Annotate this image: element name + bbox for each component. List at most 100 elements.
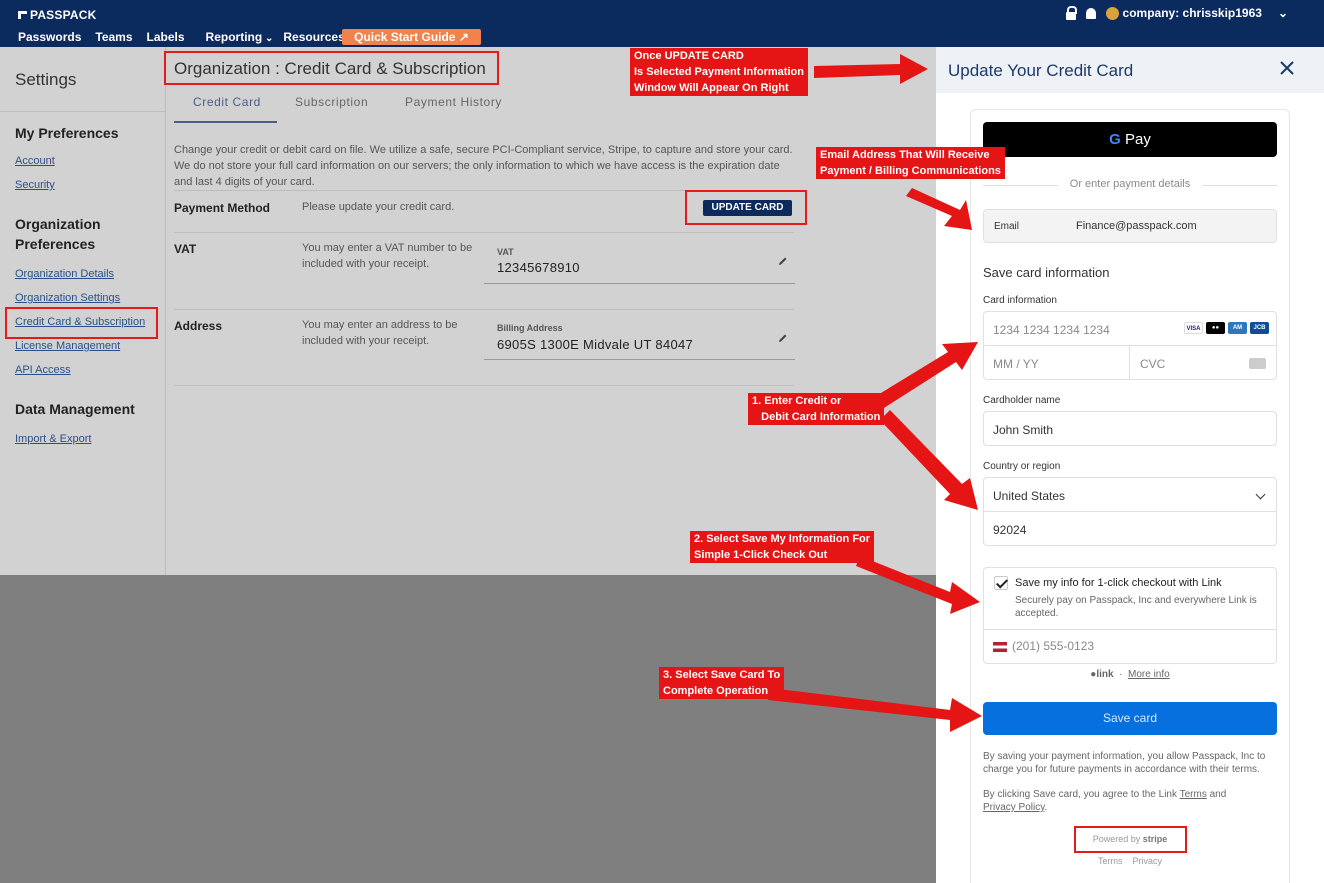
nav-reporting[interactable]: Reporting: [206, 30, 274, 44]
cvc-input[interactable]: CVC: [1129, 345, 1277, 380]
annotation-email: Email Address That Will Receive Payment …: [816, 147, 1005, 179]
vat-field[interactable]: 12345678910: [497, 260, 580, 275]
nav-labels[interactable]: Labels: [147, 30, 185, 44]
divider: [0, 111, 166, 112]
sidebar-item-org-details[interactable]: Organization Details: [15, 268, 114, 280]
divider: [174, 309, 794, 310]
company-menu[interactable]: company: chrisskip1963 ⌄: [1105, 6, 1288, 20]
sidebar-heading-org-preferences: Organization Preferences: [15, 216, 101, 252]
divider: [984, 629, 1276, 630]
privacy-link[interactable]: Privacy: [1133, 856, 1163, 866]
annotation-step1: 1. Enter Credit or Debit Card Informatio…: [748, 393, 885, 425]
highlight-page-title: [164, 51, 499, 85]
sidebar-item-account[interactable]: Account: [15, 155, 55, 167]
amex-icon: AM: [1228, 322, 1247, 334]
description: Change your credit or debit card on file…: [174, 144, 793, 188]
divider: [174, 385, 794, 386]
field-underline: [484, 283, 795, 284]
sidebar-item-api[interactable]: API Access: [15, 364, 71, 376]
annotation-step3: 3. Select Save Card To Complete Operatio…: [659, 667, 785, 699]
or-divider: Or enter payment details: [983, 178, 1277, 190]
annotation-update-card: Once UPDATE CARD Is Selected Payment Inf…: [630, 48, 808, 96]
email-label: Email: [994, 221, 1020, 232]
top-nav: PASSPACK Passwords Teams Labels Reportin…: [0, 0, 1324, 47]
cardholder-label: Cardholder name: [983, 395, 1061, 406]
sidebar-item-security[interactable]: Security: [15, 179, 55, 191]
nav-passwords[interactable]: Passwords: [18, 30, 81, 44]
country-label: Country or region: [983, 461, 1061, 472]
tab-subscription[interactable]: Subscription: [295, 95, 368, 109]
nav-links: Passwords Teams Labels Reporting Resourc…: [18, 30, 370, 44]
expiry-input[interactable]: MM / YY: [983, 345, 1131, 380]
footer-links: Terms Privacy: [983, 856, 1277, 866]
tab-credit-card[interactable]: Credit Card: [193, 95, 261, 109]
passpack-logo[interactable]: PASSPACK: [18, 8, 97, 22]
zip-input[interactable]: 92024: [983, 511, 1277, 546]
save-info-title: Save my info for 1-click checkout with L…: [1015, 577, 1222, 589]
sidebar-heading-data-management: Data Management: [15, 401, 135, 417]
annotation-step2: 2. Select Save My Information For Simple…: [690, 531, 875, 563]
highlight-powered-by-stripe: [1074, 826, 1187, 853]
card-brands: VISA ●● AM JCB: [1184, 322, 1269, 334]
vat-label: VAT: [174, 242, 197, 256]
edit-pencil-icon[interactable]: [778, 333, 788, 343]
nav-teams[interactable]: Teams: [95, 30, 132, 44]
tab-payment-history[interactable]: Payment History: [405, 95, 502, 109]
overlay-dim: [0, 575, 936, 883]
main-content: Organization : Credit Card & Subscriptio…: [166, 47, 936, 575]
save-card-button[interactable]: Save card: [983, 702, 1277, 735]
google-pay-button[interactable]: G Pay: [983, 122, 1277, 157]
edit-pencil-icon[interactable]: [778, 256, 788, 266]
legal-text-2: By clicking Save card, you agree to the …: [983, 789, 1227, 813]
lock-icon[interactable]: [1065, 6, 1077, 20]
chevron-down-icon: ⌄: [1277, 6, 1288, 20]
active-tab-indicator: [174, 121, 277, 123]
address-field[interactable]: 6905S 1300E Midvale UT 84047: [497, 337, 693, 352]
close-icon[interactable]: [1278, 59, 1296, 77]
company-icon: [1105, 6, 1119, 20]
tab-bar: Credit Card Subscription Payment History: [174, 95, 794, 123]
chevron-down-icon: [1255, 489, 1266, 500]
privacy-policy-link[interactable]: Privacy Policy: [983, 802, 1045, 813]
link-save-info-box: Save my info for 1-click checkout with L…: [983, 567, 1277, 664]
quick-start-guide-button[interactable]: Quick Start Guide ↗: [342, 29, 481, 45]
save-info-checkbox[interactable]: [994, 576, 1008, 590]
sidebar-title: Settings: [15, 70, 77, 89]
card-info-label: Card information: [983, 295, 1057, 306]
highlight-update-card: [685, 190, 807, 225]
link-logo: ●link: [1090, 669, 1114, 680]
sidebar-item-license[interactable]: License Management: [15, 340, 120, 352]
email-value: Finance@passpack.com: [1076, 220, 1197, 232]
vat-help: You may enter a VAT number to be include…: [302, 242, 473, 270]
visa-icon: VISA: [1184, 322, 1203, 334]
sidebar-item-import-export[interactable]: Import & Export: [15, 433, 91, 445]
link-row: ●link · More info: [1090, 669, 1170, 680]
address-field-label: Billing Address: [497, 323, 563, 333]
bell-icon[interactable]: [1085, 7, 1096, 19]
legal-text-1: By saving your payment information, you …: [983, 751, 1266, 775]
terms-link[interactable]: Terms: [1098, 856, 1123, 866]
address-help: You may enter an address to be included …: [302, 319, 458, 347]
card-number-input[interactable]: 1234 1234 1234 1234 VISA ●● AM JCB: [983, 311, 1277, 346]
more-info-link[interactable]: More info: [1128, 669, 1170, 680]
country-select[interactable]: United States: [983, 477, 1277, 512]
save-info-subtext: Securely pay on Passpack, Inc and everyw…: [1015, 595, 1257, 619]
logo-icon: [18, 11, 27, 19]
save-card-info-heading: Save card information: [983, 265, 1110, 280]
us-flag-icon: [993, 642, 1007, 652]
link-terms-link[interactable]: Terms: [1180, 789, 1207, 800]
cvc-card-icon: [1249, 358, 1266, 369]
cardholder-input[interactable]: John Smith: [983, 411, 1277, 446]
top-right-controls: company: chrisskip1963 ⌄: [1065, 6, 1288, 20]
phone-input[interactable]: (201) 555-0123: [1012, 639, 1094, 653]
sidebar-heading-my-preferences: My Preferences: [15, 125, 119, 141]
panel-header: Update Your Credit Card: [936, 47, 1324, 93]
email-field[interactable]: Email Finance@passpack.com: [983, 209, 1277, 243]
vat-field-label: VAT: [497, 247, 514, 257]
payment-method-help: Please update your credit card.: [302, 201, 455, 213]
google-g-icon: G: [1109, 131, 1121, 148]
highlight-credit-card-nav: [5, 307, 158, 339]
divider: [174, 232, 794, 233]
sidebar-item-org-settings[interactable]: Organization Settings: [15, 292, 120, 304]
mastercard-icon: ●●: [1206, 322, 1225, 334]
